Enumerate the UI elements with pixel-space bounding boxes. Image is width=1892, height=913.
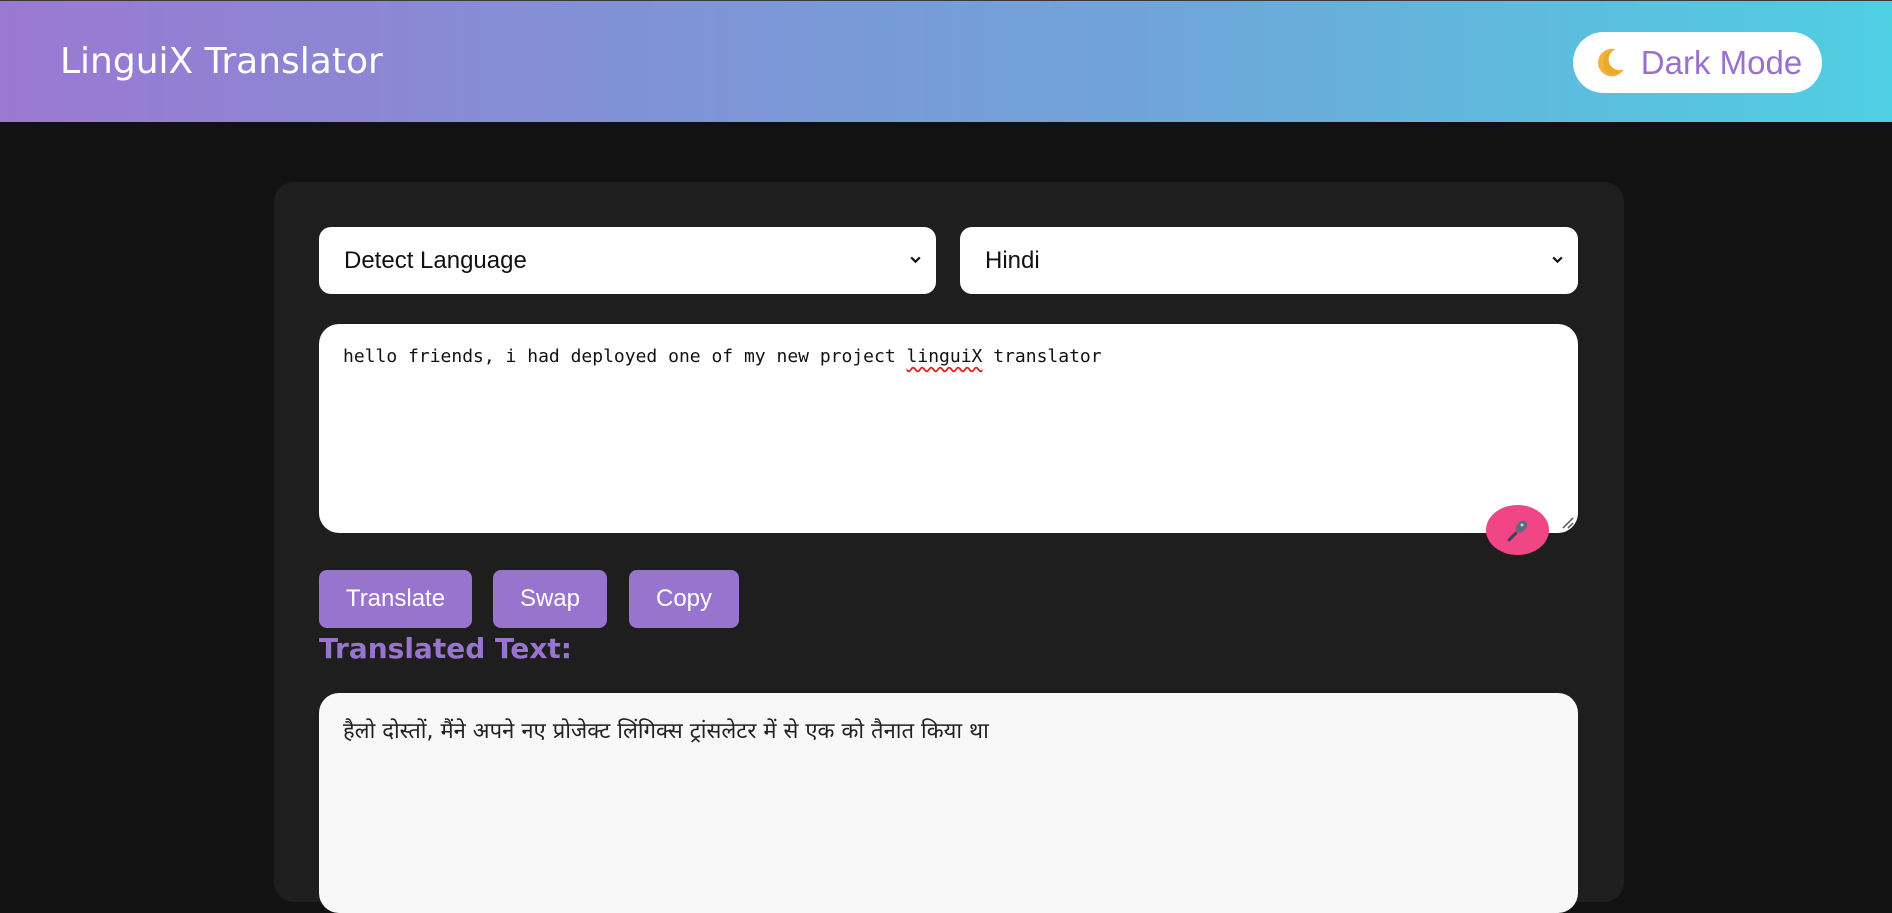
misspelled-word: linguiX (906, 346, 983, 367)
target-language-value: Hindi (985, 246, 1040, 274)
dark-mode-toggle-button[interactable]: Dark Mode (1573, 32, 1822, 93)
target-language-select[interactable]: Hindi (960, 227, 1578, 294)
moon-icon (1597, 48, 1624, 76)
translated-text-output[interactable]: हैलो दोस्तों, मैंने अपने नए प्रोजेक्ट लि… (319, 693, 1578, 913)
input-text-part: translator (982, 346, 1102, 367)
source-text-input[interactable]: hello friends, i had deployed one of my … (319, 324, 1578, 533)
app-title: LinguiX Translator (60, 41, 383, 82)
app-header: LinguiX Translator Dark Mode (0, 0, 1892, 122)
dark-mode-label: Dark Mode (1640, 43, 1803, 81)
swap-button[interactable]: Swap (493, 570, 607, 628)
resize-grip-icon[interactable] (1560, 515, 1574, 529)
copy-button[interactable]: Copy (629, 570, 739, 628)
input-text-part: hello friends, i had deployed one of my … (343, 346, 907, 367)
translated-text-label: Translated Text: (319, 632, 572, 665)
translate-button[interactable]: Translate (319, 570, 472, 628)
translated-text-content: हैलो दोस्तों, मैंने अपने नए प्रोजेक्ट लि… (343, 719, 989, 744)
source-language-select[interactable]: Detect Language (319, 227, 936, 294)
source-language-value: Detect Language (344, 246, 527, 274)
chevron-down-icon (910, 256, 921, 264)
microphone-button[interactable] (1486, 505, 1549, 555)
chevron-down-icon (1552, 256, 1563, 264)
microphone-icon (1507, 520, 1527, 542)
